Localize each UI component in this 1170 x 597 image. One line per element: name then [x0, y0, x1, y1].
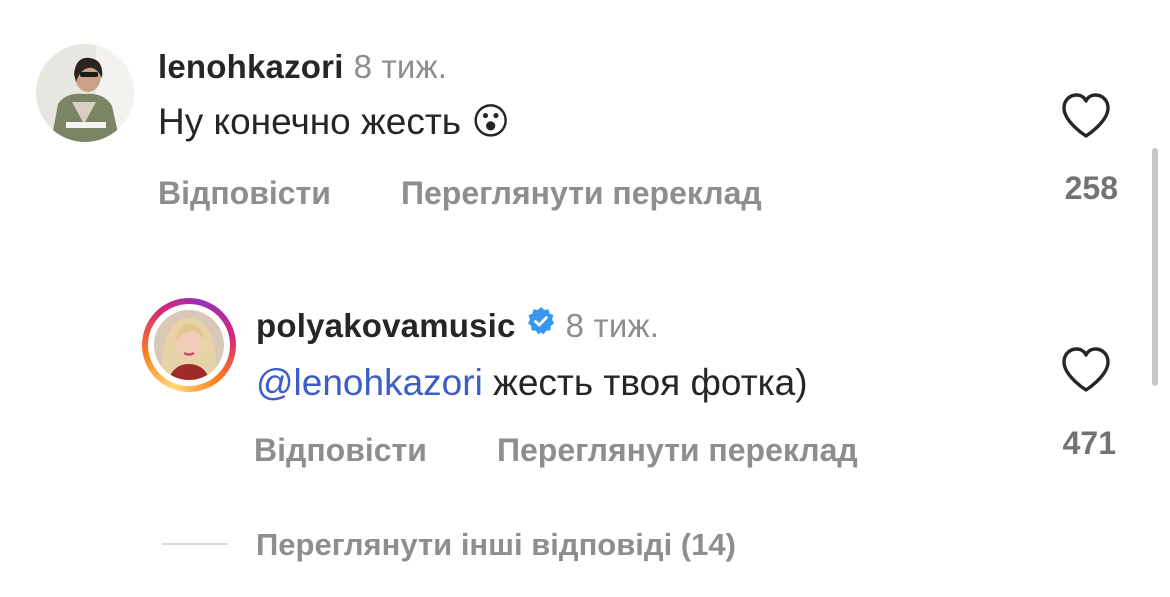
comment-time: 8 тиж. [353, 48, 448, 85]
scrollbar[interactable] [1152, 148, 1158, 386]
reply-button[interactable]: Відповісти [158, 175, 331, 212]
avatar-story-ring[interactable] [142, 298, 236, 392]
heart-icon [1062, 347, 1110, 392]
username-link[interactable]: lenohkazori [158, 48, 344, 85]
avatar [154, 310, 224, 380]
username-link[interactable]: polyakovamusic [256, 307, 516, 344]
comment-text: @lenohkazori жесть твоя фотка) [256, 362, 808, 404]
comment-header: lenohkazori 8 тиж. [158, 48, 447, 86]
see-translation-button[interactable]: Переглянути переклад [497, 432, 858, 469]
avatar[interactable] [36, 44, 134, 142]
comment-text: Ну конечно жесть 😮 [158, 101, 510, 142]
comment-header: polyakovamusic 8 тиж. [256, 307, 659, 345]
replies-divider [162, 543, 228, 545]
user-photo [36, 44, 134, 142]
verified-badge-icon [526, 306, 556, 344]
view-more-replies-button[interactable]: Переглянути інші відповіді (14) [256, 527, 736, 563]
comment-body: жесть твоя фотка) [482, 362, 808, 403]
mention-link[interactable]: @lenohkazori [256, 362, 483, 403]
comment-time: 8 тиж. [565, 307, 660, 344]
heart-icon [1062, 93, 1110, 138]
like-button[interactable] [1060, 346, 1112, 399]
like-count: 258 [1064, 170, 1118, 206]
user-photo [154, 310, 224, 380]
reply-button[interactable]: Відповісти [254, 432, 427, 469]
like-button[interactable] [1060, 92, 1112, 145]
like-count: 471 [1062, 425, 1116, 461]
see-translation-button[interactable]: Переглянути переклад [401, 175, 762, 212]
